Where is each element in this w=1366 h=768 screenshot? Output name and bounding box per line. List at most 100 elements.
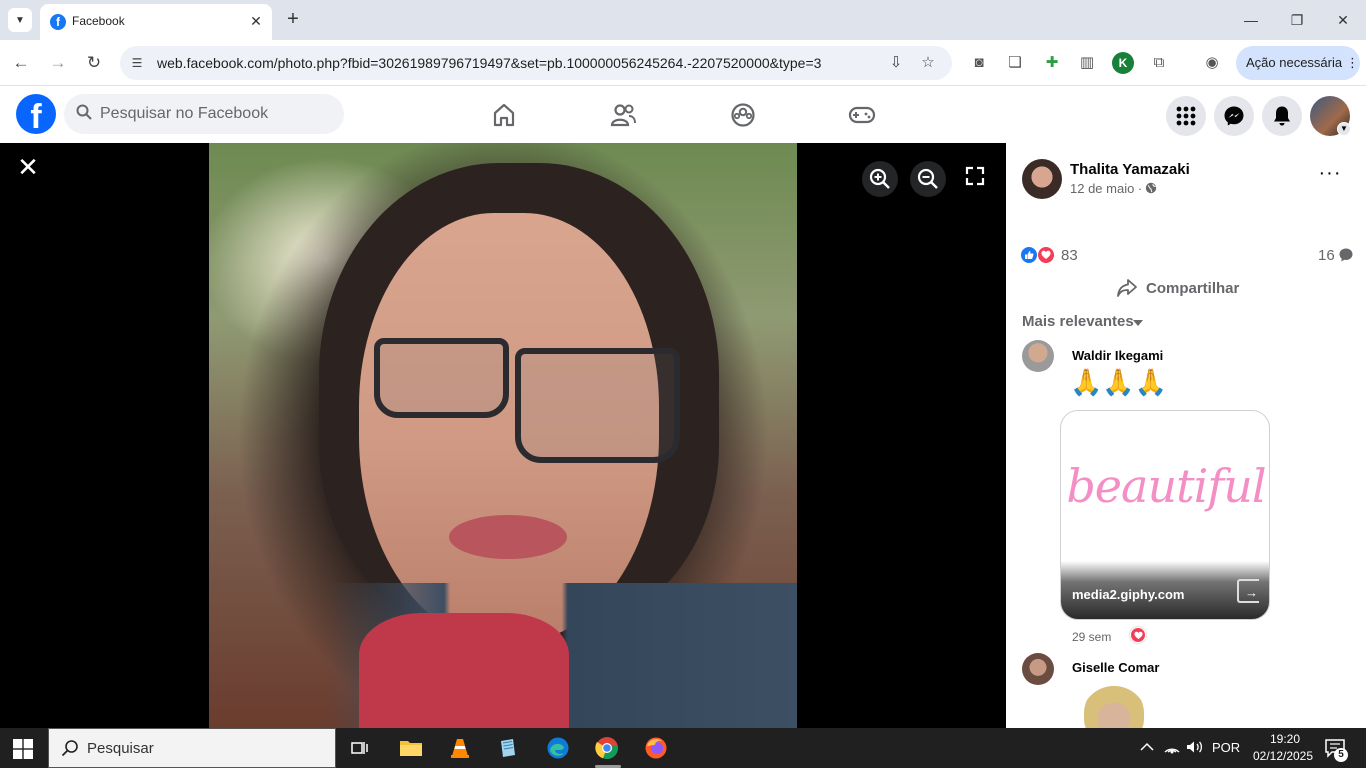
profile-icon[interactable]: ◉ [1201,52,1223,74]
post-photo [209,143,797,728]
photo-shirt-shape [359,613,569,728]
bookmark-star-icon[interactable]: ☆ [918,53,938,73]
messenger-icon [1224,106,1244,126]
camera-icon[interactable]: ◙ [968,52,990,74]
site-settings-icon[interactable]: ☰ [128,54,146,72]
comment-text: 🙏🙏🙏 [1070,367,1168,397]
menu-grid-button[interactable] [1166,96,1206,136]
vlc-icon[interactable] [446,734,474,762]
grid-menu-icon [1176,106,1196,126]
file-explorer-icon[interactable] [397,734,425,762]
action-required-label: Ação necessária [1246,55,1343,70]
window-close-icon[interactable]: ✕ [1328,8,1358,32]
facebook-favicon-icon: f [50,14,66,30]
taskbar-clock-date[interactable]: 02/12/2025 [1248,749,1318,763]
globe-icon [1145,182,1157,194]
taskbar-search-box[interactable] [48,728,336,768]
share-arrow-icon [1117,279,1137,297]
notifications-button[interactable] [1262,96,1302,136]
chevron-down-icon: ▼ [15,14,25,26]
trash-extension-icon[interactable]: ▥ [1076,52,1098,74]
browser-tab-strip: ▼ f Facebook ✕ + — ❐ ✕ [0,0,1366,40]
zoom-in-button[interactable] [862,161,898,197]
commenter-avatar[interactable] [1022,340,1054,372]
taskbar-search-input[interactable] [87,729,327,767]
author-name[interactable]: Thalita Yamazaki [1070,161,1190,178]
photo-lips-shape [449,515,567,559]
search-icon [61,739,79,762]
back-arrow-icon[interactable]: ← [8,50,34,76]
comment-time[interactable]: 29 sem [1072,630,1111,644]
home-nav-icon[interactable] [480,96,528,134]
commenter-name[interactable]: Waldir Ikegami [1072,348,1163,363]
facebook-logo-icon[interactable]: f [16,94,56,134]
facebook-search-input[interactable] [100,94,336,134]
reaction-count[interactable]: 83 [1061,247,1078,264]
post-date[interactable]: 12 de maio · [1070,181,1142,196]
photo-viewer: ✕ [0,143,1006,728]
post-details-panel: Thalita Yamazaki 12 de maio · ··· 83 16 … [1006,143,1366,728]
copy-extension-icon[interactable]: ❏ [1004,52,1026,74]
window-minimize-icon[interactable]: — [1236,8,1266,32]
tab-search-menu-button[interactable]: ▼ [8,8,32,32]
zoom-out-button[interactable] [910,161,946,197]
notepad-app-icon[interactable] [494,734,522,762]
action-required-button[interactable]: Ação necessária ⋮ [1236,46,1360,80]
notification-count-badge: 5 [1334,748,1348,762]
forward-arrow-icon[interactable]: → [45,50,71,76]
fullscreen-icon[interactable] [964,165,990,191]
facebook-header: f ▼ [0,86,1366,143]
address-bar[interactable]: ☰ web.facebook.com/photo.php?fbid=302619… [120,46,952,80]
windows-start-icon[interactable] [12,738,34,760]
taskbar-clock-time[interactable]: 19:20 [1255,732,1315,746]
edge-browser-icon[interactable] [544,734,572,762]
input-language-indicator[interactable]: POR [1212,740,1240,755]
bell-icon [1274,106,1290,126]
windows-taskbar: POR 19:20 02/12/2025 5 [0,728,1366,768]
like-reaction-icon[interactable] [1020,246,1038,264]
love-reaction-icon[interactable] [1130,627,1146,643]
facebook-search-box[interactable] [64,94,344,134]
more-options-icon[interactable]: ··· [1316,163,1344,187]
reload-icon[interactable]: ↻ [81,50,107,76]
zoom-in-icon [869,168,890,189]
puzzle-extensions-icon[interactable]: ⧉ [1148,52,1170,74]
k-extension-icon[interactable]: K [1112,52,1134,74]
chrome-browser-icon[interactable] [593,734,621,762]
firefox-browser-icon[interactable] [642,734,670,762]
gaming-nav-icon[interactable] [838,96,886,134]
more-vertical-icon: ⋮ [1346,55,1359,70]
add-extension-icon[interactable]: ✚ [1041,52,1063,74]
comment-count[interactable]: 16 [1318,247,1335,264]
messenger-button[interactable] [1214,96,1254,136]
gif-source-link[interactable]: media2.giphy.com [1072,587,1184,602]
caret-down-icon[interactable] [1133,320,1143,326]
wifi-icon[interactable] [1163,740,1181,757]
browser-tab-active[interactable]: f Facebook ✕ [40,4,272,40]
photo-glasses-left-shape [374,338,509,418]
volume-icon[interactable] [1186,740,1204,757]
close-viewer-icon[interactable]: ✕ [14,153,42,181]
share-button[interactable]: Compartilhar [1116,273,1256,303]
comment-gif-card[interactable]: beautiful media2.giphy.com → [1060,410,1270,620]
new-tab-icon[interactable]: + [282,8,304,30]
comment-bubble-icon [1339,248,1353,262]
tab-close-icon[interactable]: ✕ [246,11,266,31]
gif-text: beautiful [1066,459,1266,513]
chevron-down-icon[interactable]: ▼ [1337,122,1351,136]
search-icon [76,104,92,124]
comment-sticker [1084,683,1144,728]
commenter-avatar[interactable] [1022,653,1054,685]
task-view-icon[interactable] [346,734,374,762]
address-url[interactable]: web.facebook.com/photo.php?fbid=30261989… [157,55,821,71]
install-app-icon[interactable]: ⇩ [886,53,906,73]
comment-sort-dropdown[interactable]: Mais relevantes [1022,313,1134,330]
love-reaction-icon[interactable] [1037,246,1055,264]
browser-toolbar: ← → ↻ ☰ web.facebook.com/photo.php?fbid=… [0,40,1366,86]
groups-nav-icon[interactable] [719,96,767,134]
author-avatar[interactable] [1022,159,1062,199]
window-restore-icon[interactable]: ❐ [1282,8,1312,32]
commenter-name[interactable]: Giselle Comar [1072,660,1159,675]
friends-nav-icon[interactable] [599,96,647,134]
show-hidden-icons-chevron-up-icon[interactable] [1140,740,1154,755]
